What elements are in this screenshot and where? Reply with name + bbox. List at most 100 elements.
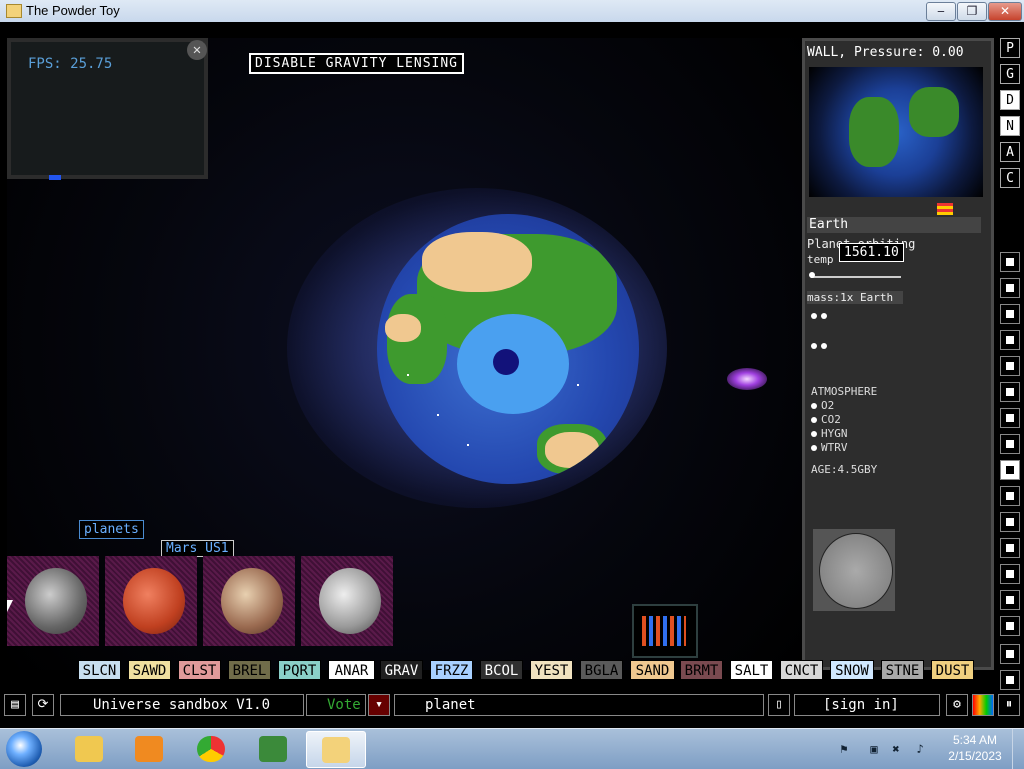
drop-icon[interactable] <box>1000 434 1020 454</box>
planet-core <box>493 349 519 375</box>
window-titlebar: The Powder Toy ‒ ❐ ✕ <box>0 0 1024 23</box>
element-bgla[interactable]: BGLA <box>580 660 623 680</box>
clock-date[interactable]: 2/15/2023 <box>942 749 1008 763</box>
properties-panel: WALL, Pressure: 0.00 Earth Planet orbiti… <box>802 38 994 670</box>
volume-icon[interactable]: ♪ <box>912 741 928 757</box>
element-sand[interactable]: SAND <box>630 660 675 680</box>
simulation-canvas[interactable]: FPS: 25.75 ✕ DISABLE GRAVITY LENSING pla… <box>7 38 804 670</box>
vote-down-icon[interactable]: ▾ <box>368 694 390 716</box>
taskbar-powder-toy[interactable] <box>306 731 366 768</box>
brush-icon[interactable] <box>1000 382 1020 402</box>
slider-knob[interactable] <box>809 272 815 278</box>
maximize-button[interactable]: ❐ <box>957 2 987 21</box>
rail-button-p[interactable]: P <box>1000 38 1020 58</box>
search-icon[interactable] <box>1000 670 1020 690</box>
planet-thumb-mars[interactable] <box>105 556 197 646</box>
taskbar-explorer[interactable] <box>60 731 118 766</box>
pause-button-icon[interactable]: ⏸ <box>998 694 1020 716</box>
bulb-icon[interactable] <box>1000 590 1020 610</box>
capacitor-icon[interactable] <box>632 604 698 658</box>
tool-rail: P G D N A C <box>998 38 1024 714</box>
planets-category-label: planets <box>79 520 144 539</box>
radiation-icon[interactable] <box>1000 512 1020 532</box>
power-icon[interactable] <box>1000 304 1020 324</box>
plug-icon[interactable] <box>1000 278 1020 298</box>
vote-label: Vote <box>327 697 361 713</box>
planet-preview <box>809 67 983 197</box>
save-name-field[interactable]: Universe sandbox V1.0 <box>60 694 304 716</box>
mass-label: mass:1x Earth <box>807 291 903 304</box>
temperature-slider[interactable] <box>811 276 901 278</box>
element-salt[interactable]: SALT <box>730 660 773 680</box>
atmosphere-item[interactable]: O2 <box>811 399 834 412</box>
network-icon[interactable]: ▣ <box>866 741 882 757</box>
close-button[interactable]: ✕ <box>988 2 1022 21</box>
atmosphere-item[interactable]: CO2 <box>811 413 841 426</box>
sign-in-button[interactable]: [sign in] <box>794 694 940 716</box>
settings-icon[interactable]: ⚙ <box>946 694 968 716</box>
bookmark-icon[interactable] <box>1000 616 1020 636</box>
taskbar-chrome[interactable] <box>182 731 240 766</box>
clock-time[interactable]: 5:34 AM <box>942 733 1008 747</box>
planet-name: Earth <box>807 217 981 233</box>
element-yest[interactable]: YEST <box>530 660 573 680</box>
element-slcn[interactable]: SLCN <box>78 660 121 680</box>
flask-icon[interactable] <box>1000 460 1020 480</box>
rail-button-g[interactable]: G <box>1000 64 1020 84</box>
fan-icon[interactable] <box>813 529 895 611</box>
reload-icon[interactable]: ⟳ <box>32 694 54 716</box>
element-bcol[interactable]: BCOL <box>480 660 523 680</box>
element-brmt[interactable]: BRMT <box>680 660 723 680</box>
element-anar[interactable]: ANAR <box>328 660 375 680</box>
element-clst[interactable]: CLST <box>178 660 221 680</box>
atmosphere-item[interactable]: HYGN <box>811 427 848 440</box>
planet-thumb-mercury[interactable] <box>301 556 393 646</box>
renderer-icon[interactable] <box>972 694 994 716</box>
taskbar-media-player[interactable] <box>120 731 178 766</box>
size-controls[interactable] <box>811 339 831 352</box>
pressure-readout: WALL, Pressure: 0.00 <box>807 45 964 60</box>
element-sawd[interactable]: SAWD <box>128 660 171 680</box>
star-icon[interactable] <box>1000 538 1020 558</box>
element-cnct[interactable]: CNCT <box>780 660 823 680</box>
tag-field[interactable]: planet <box>394 694 764 716</box>
atmosphere-item[interactable]: WTRV <box>811 441 848 454</box>
taskbar-csharp-app[interactable] <box>244 731 302 766</box>
planet-thumb-moon[interactable] <box>7 556 99 646</box>
rail-button-c[interactable]: C <box>1000 168 1020 188</box>
temperature-tooltip: 1561.10 <box>839 243 904 262</box>
element-pqrt[interactable]: PQRT <box>278 660 321 680</box>
pen-icon[interactable] <box>1000 408 1020 428</box>
fps-close-icon[interactable]: ✕ <box>187 40 207 60</box>
mass-controls[interactable] <box>811 309 831 322</box>
element-stne[interactable]: STNE <box>881 660 924 680</box>
square-icon[interactable] <box>1000 486 1020 506</box>
disable-gravity-lensing-button[interactable]: DISABLE GRAVITY LENSING <box>249 53 465 74</box>
open-icon[interactable]: ▤ <box>4 694 26 716</box>
element-brel[interactable]: BREL <box>228 660 271 680</box>
mouse-cursor <box>7 600 13 616</box>
element-frzz[interactable]: FRZZ <box>430 660 473 680</box>
menu-icon[interactable] <box>1000 252 1020 272</box>
minimize-button[interactable]: ‒ <box>926 2 956 21</box>
arrows-icon[interactable] <box>1000 356 1020 376</box>
tools-icon[interactable] <box>1000 644 1020 664</box>
power-tray-icon[interactable]: ✖ <box>888 741 904 757</box>
vote-up-button[interactable]: Vote <box>306 694 366 716</box>
dots-icon[interactable] <box>1000 564 1020 584</box>
rail-button-n[interactable]: N <box>1000 116 1020 136</box>
element-grav[interactable]: GRAV <box>380 660 423 680</box>
rail-button-a[interactable]: A <box>1000 142 1020 162</box>
start-button[interactable] <box>6 731 42 767</box>
rail-button-d[interactable]: D <box>1000 90 1020 110</box>
show-desktop-button[interactable] <box>1012 729 1024 769</box>
fps-overlay: FPS: 25.75 ✕ <box>7 38 208 180</box>
document-icon[interactable]: ▯ <box>768 694 790 716</box>
game-area: FPS: 25.75 ✕ DISABLE GRAVITY LENSING pla… <box>0 22 1024 728</box>
element-dust[interactable]: DUST <box>931 660 974 680</box>
action-center-icon[interactable]: ⚑ <box>836 741 852 757</box>
planet-earth <box>377 214 639 484</box>
planet-thumb-pluto[interactable] <box>203 556 295 646</box>
element-snow[interactable]: SNOW <box>830 660 874 680</box>
explosive-icon[interactable] <box>1000 330 1020 350</box>
